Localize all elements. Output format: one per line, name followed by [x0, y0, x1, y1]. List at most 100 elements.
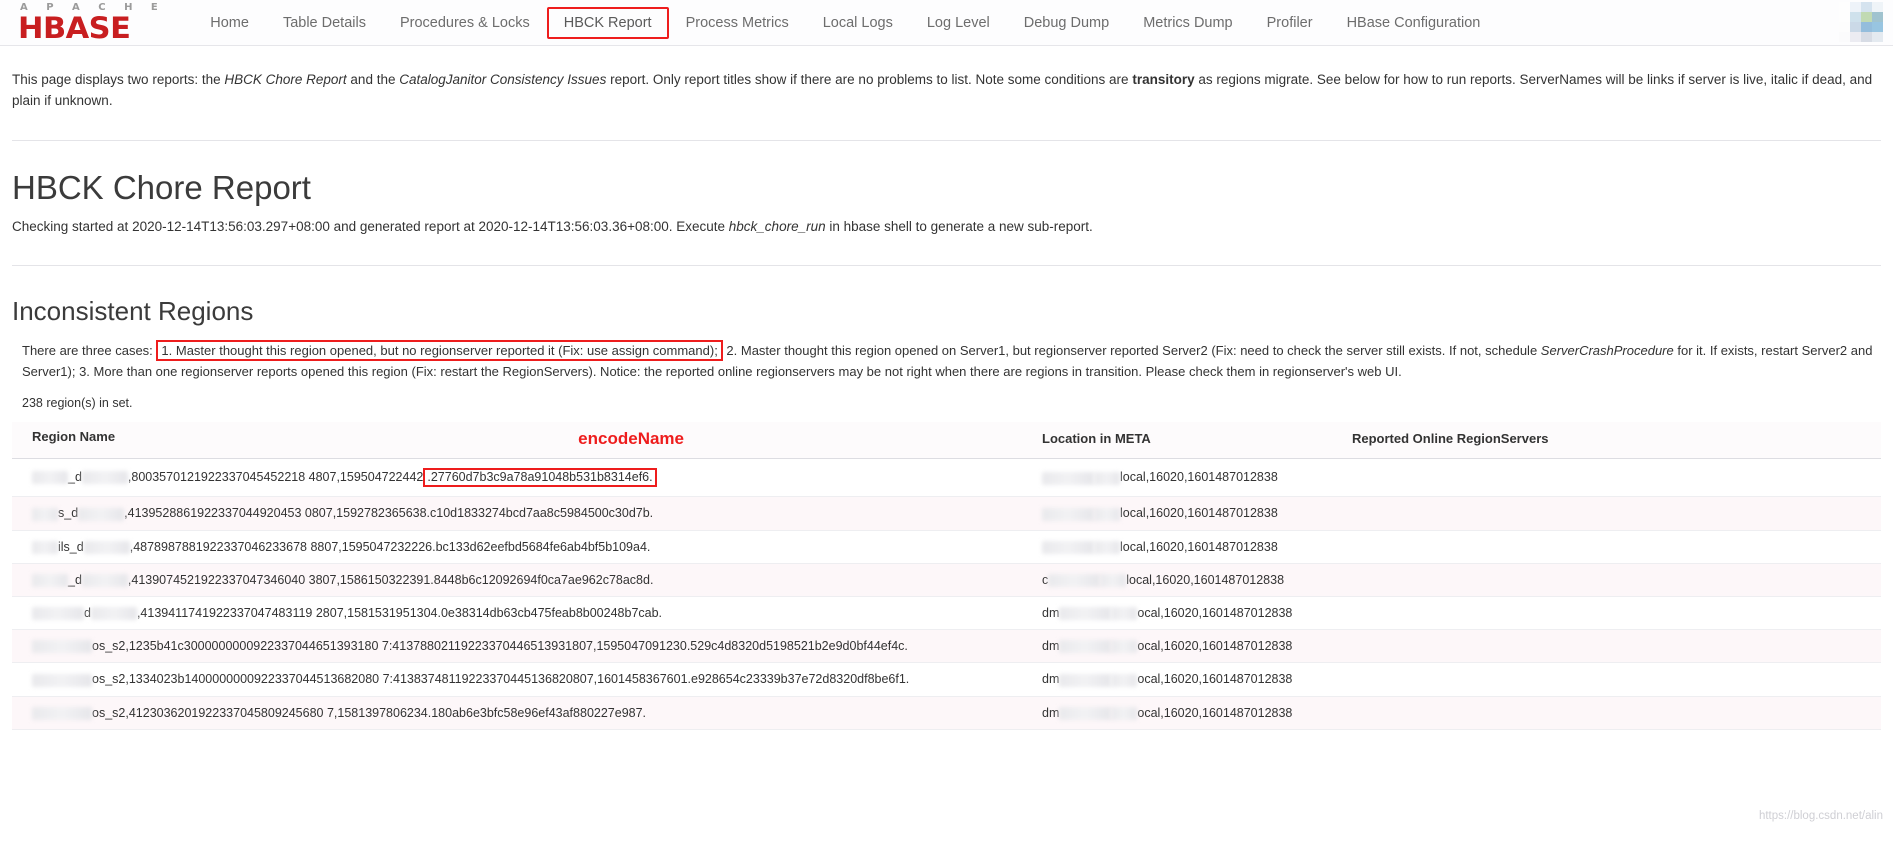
region-mid-1: _d: [68, 469, 82, 484]
region-mid-3: ils_d: [58, 539, 84, 554]
cell-region-name: os_s2,1334023b14000000009223370445136820…: [12, 662, 1022, 697]
cell-location-meta: local,16020,1601487012838: [1022, 458, 1332, 498]
redacted-block: [1059, 673, 1112, 687]
table-row[interactable]: ils_d ,4878987881922337046233678 8807,159…: [12, 530, 1881, 564]
section-title-inconsistent-regions: Inconsistent Regions: [12, 296, 254, 327]
cell-reported-rs: [1332, 496, 1881, 531]
cell-reported-rs: [1332, 458, 1881, 498]
meta-value-7: ocal,16020,1601487012838: [1137, 672, 1293, 687]
nav-table-details[interactable]: Table Details: [266, 7, 383, 39]
col-header-region-name: Region Name encodeName: [12, 421, 1022, 459]
redacted-block: [81, 470, 128, 484]
cell-region-name: os_s2,1235b41c30000000009223370446513931…: [12, 629, 1022, 664]
region-mid-4: _d: [68, 572, 82, 587]
table-row[interactable]: _d ,8003570121922337045452218 4807,159504…: [12, 458, 1881, 498]
cell-reported-rs: [1332, 530, 1881, 564]
table-row[interactable]: os_s2,1235b41c30000000009223370446513931…: [12, 629, 1881, 664]
intro-paragraph: This page displays two reports: the HBCK…: [12, 70, 1881, 112]
region-mid-6: os_s2: [92, 639, 126, 654]
cell-location-meta: dm ocal,16020,1601487012838: [1022, 596, 1332, 631]
cell-region-name: _d ,8003570121922337045452218 4807,159504…: [12, 458, 1022, 498]
nav-items: Home Table Details Procedures & Locks HB…: [193, 0, 1497, 45]
redacted-block: [32, 540, 58, 554]
intro-text-1: This page displays two reports: the: [12, 72, 225, 87]
region-mid-2: s_d: [58, 506, 79, 521]
redacted-block: [1048, 573, 1101, 587]
nav-profiler[interactable]: Profiler: [1250, 7, 1330, 39]
redacted-block: [1111, 607, 1138, 621]
table-row[interactable]: s_d ,4139528861922337044920453 0807,15927…: [12, 496, 1881, 531]
meta-prefix-7: dm: [1042, 672, 1060, 687]
redacted-block: [32, 706, 92, 720]
table-head: Region Name encodeName Location in META …: [12, 421, 1881, 459]
case-1-highlight: 1. Master thought this region opened, bu…: [156, 340, 723, 362]
cell-reported-rs: [1332, 596, 1881, 631]
cell-location-meta: dm ocal,16020,1601487012838: [1022, 662, 1332, 697]
table-row[interactable]: os_s2,4123036201922337045809245680 7,158…: [12, 696, 1881, 730]
col-header-location-meta: Location in META: [1022, 421, 1332, 459]
report-subline-text-2: in hbase shell to generate a new sub-rep…: [825, 218, 1093, 234]
col-header-encode-name: encodeName: [578, 428, 684, 448]
region-value-4: ,4139074521922337047346040 3807,15861503…: [127, 572, 654, 587]
cell-location-meta: local,16020,1601487012838: [1022, 530, 1332, 564]
brand-hbase-text: HBASE: [18, 10, 131, 45]
table-row[interactable]: os_s2,1334023b14000000009223370445136820…: [12, 662, 1881, 697]
intro-em-catalogjanitor: CatalogJanitor Consistency Issues: [399, 72, 607, 87]
table-row[interactable]: d ,4139411741922337047483119 2807,1581531…: [12, 596, 1881, 631]
nav-local-logs[interactable]: Local Logs: [806, 7, 910, 39]
table-body: _d ,8003570121922337045452218 4807,159504…: [12, 458, 1881, 730]
region-value-3: ,4878987881922337046233678 8807,15950472…: [129, 539, 651, 554]
redacted-block: [78, 507, 125, 521]
cell-region-name: _d ,4139074521922337047346040 3807,158615…: [12, 563, 1022, 597]
redacted-block: [32, 470, 68, 484]
report-subline: Checking started at 2020-12-14T13:56:03.…: [12, 217, 1881, 237]
nav-procedures-locks[interactable]: Procedures & Locks: [383, 7, 547, 39]
hbase-logo[interactable]: A P A C H E HBASE: [18, 2, 165, 43]
col-header-reported-rs: Reported Online RegionServers: [1332, 421, 1881, 459]
redacted-block: [1042, 540, 1094, 554]
intro-em-hbck: HBCK Chore Report: [224, 72, 347, 87]
redacted-block: [32, 507, 58, 521]
meta-value-2: local,16020,1601487012838: [1120, 506, 1278, 521]
page-content: This page displays two reports: the HBCK…: [0, 70, 1893, 730]
region-value-2: ,4139528861922337044920453 0807,15927823…: [124, 506, 654, 521]
nav-debug-dump[interactable]: Debug Dump: [1007, 7, 1126, 39]
cell-reported-rs: [1332, 696, 1881, 730]
nav-process-metrics[interactable]: Process Metrics: [669, 7, 806, 39]
redacted-block: [1094, 507, 1120, 521]
nav-home[interactable]: Home: [193, 7, 266, 39]
table-row[interactable]: _d ,4139074521922337047346040 3807,158615…: [12, 563, 1881, 597]
meta-value-5: ocal,16020,1601487012838: [1137, 605, 1293, 620]
nav-metrics-dump[interactable]: Metrics Dump: [1126, 7, 1249, 39]
redacted-block: [1100, 573, 1127, 587]
region-value-1: ,8003570121922337045452218 4807,15950472…: [127, 469, 424, 484]
region-mid-7: os_s2: [92, 672, 126, 687]
intro-strong-transitory: transitory: [1132, 72, 1195, 87]
cases-em-servercrashprocedure: ServerCrashProcedure: [1540, 343, 1674, 359]
watermark-text: https://blog.csdn.net/alin: [1758, 810, 1883, 822]
col-header-region-name-label: Region Name: [32, 428, 116, 444]
intro-text-2: and the: [346, 72, 400, 87]
page-title: HBCK Chore Report: [12, 168, 311, 206]
meta-prefix-8: dm: [1042, 705, 1060, 720]
meta-value-8: ocal,16020,1601487012838: [1137, 705, 1293, 720]
redacted-block: [81, 573, 128, 587]
divider-2: [12, 265, 1881, 267]
redacted-block: [1059, 640, 1112, 654]
redacted-block: [32, 640, 92, 654]
cell-location-meta: dm ocal,16020,1601487012838: [1022, 696, 1332, 730]
meta-value-4: local,16020,1601487012838: [1126, 572, 1285, 587]
cell-location-meta: dm ocal,16020,1601487012838: [1022, 629, 1332, 664]
nav-log-level[interactable]: Log Level: [910, 7, 1007, 39]
region-value-6: ,1235b41c3000000000922337044651393180 7:…: [125, 639, 908, 654]
cell-location-meta: c local,16020,1601487012838: [1022, 563, 1332, 597]
redacted-block: [32, 673, 92, 687]
redacted-block: [83, 540, 130, 554]
table-header-row: Region Name encodeName Location in META …: [12, 421, 1881, 459]
nav-hbck-report[interactable]: HBCK Report: [546, 6, 669, 39]
redacted-block: [32, 573, 68, 587]
meta-prefix-5: dm: [1042, 605, 1060, 620]
meta-value-6: ocal,16020,1601487012838: [1137, 639, 1293, 654]
thumbnail-image: [1839, 2, 1883, 42]
nav-hbase-configuration[interactable]: HBase Configuration: [1330, 7, 1498, 39]
